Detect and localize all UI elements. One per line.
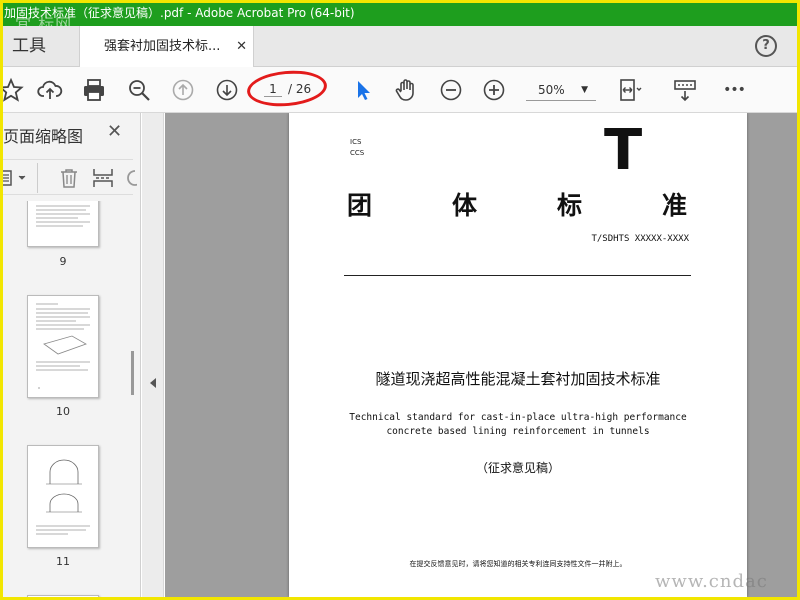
- rotate-page-icon[interactable]: [123, 166, 137, 190]
- tab-close-icon[interactable]: ✕: [236, 26, 247, 67]
- toolbar: 1 / 26 50% ▼ •••: [3, 67, 797, 113]
- next-page-icon[interactable]: [213, 76, 241, 104]
- watermark-bottom: www.cndac: [655, 571, 768, 592]
- patent-footnote: 在提交反馈意见时，请将您知道的相关专利连同支持性文件一并附上。: [409, 560, 627, 568]
- panel-toolbar: [3, 159, 137, 195]
- hand-tool-icon[interactable]: [392, 76, 420, 104]
- bookmark-star-icon[interactable]: [3, 76, 25, 104]
- collapse-arrow-icon[interactable]: [150, 378, 156, 388]
- thumbnail-options-icon[interactable]: [3, 166, 31, 190]
- zoom-value: 50%: [538, 83, 565, 97]
- tab-row: 工具 强套衬加固技术标... ✕ ?: [3, 26, 797, 68]
- thumbnail-page-10[interactable]: [27, 295, 99, 398]
- pdf-page: ICS CCS T 团 体 标 准 T/SDHTS XXXXX-XXXX 隧道现…: [289, 113, 747, 597]
- tab-tools[interactable]: 工具: [3, 26, 78, 67]
- extract-page-icon[interactable]: [91, 166, 115, 190]
- zoom-in-icon[interactable]: [480, 76, 508, 104]
- zoom-select[interactable]: 50% ▼: [526, 79, 596, 101]
- english-title: Technical standard for cast-in-place ult…: [289, 411, 747, 439]
- english-title-line: Technical standard for cast-in-place ult…: [349, 412, 687, 423]
- ccs-label: CCS: [350, 149, 365, 157]
- thumbnail-page-12[interactable]: [27, 595, 99, 597]
- more-options-icon[interactable]: •••: [720, 76, 748, 104]
- thumbnail-page-10-content: [36, 303, 90, 389]
- print-icon[interactable]: [80, 76, 108, 104]
- english-title-line: concrete based lining reinforcement in t…: [386, 426, 650, 437]
- title-bar: 加固技术标准（征求意见稿）.pdf - Adobe Acrobat Pro (6…: [3, 3, 797, 26]
- chinese-title: 隧道现浇超高性能混凝土套衬加固技术标准: [375, 370, 661, 388]
- tab-document[interactable]: 强套衬加固技术标... ✕: [79, 26, 254, 68]
- title-char: 标: [556, 191, 582, 220]
- thumbnail-page-11-content: [36, 459, 90, 535]
- chevron-down-icon: ▼: [581, 85, 588, 95]
- category-letter: T: [604, 118, 643, 183]
- zoom-out-icon[interactable]: [437, 76, 465, 104]
- acrobat-window: 加固技术标准（征求意见稿）.pdf - Adobe Acrobat Pro (6…: [3, 3, 797, 597]
- title-char: 准: [661, 191, 687, 220]
- thumbnail-list: 9 10 11: [3, 201, 129, 597]
- title-char: 团: [347, 191, 373, 220]
- thumbnail-label-10: 10: [56, 405, 70, 418]
- panel-collapse-strip[interactable]: [142, 113, 164, 597]
- standard-type-title: 团 体 标 准: [347, 186, 687, 222]
- draft-label: （征求意见稿）: [475, 461, 560, 475]
- previous-page-icon[interactable]: [169, 76, 197, 104]
- fit-page-icon[interactable]: [615, 76, 643, 104]
- zoom-out-search-icon[interactable]: [125, 76, 153, 104]
- delete-page-icon[interactable]: [57, 166, 81, 190]
- thumbnail-page-11[interactable]: [27, 445, 99, 548]
- document-view[interactable]: ICS CCS T 团 体 标 准 T/SDHTS XXXXX-XXXX 隧道现…: [165, 113, 797, 597]
- thumbnail-scrollbar-thumb[interactable]: [131, 351, 134, 395]
- panel-title: 页面缩略图: [3, 127, 84, 146]
- page-thumbnails-panel: 页面缩略图 ✕ 9 10 11: [3, 113, 141, 597]
- thumbnail-page-9-content: [36, 205, 90, 227]
- panel-divider: [37, 163, 38, 193]
- panel-close-icon[interactable]: ✕: [107, 121, 122, 142]
- thumbnail-scrollbar[interactable]: [129, 201, 139, 597]
- tab-document-label: 强套衬加固技术标...: [104, 39, 221, 54]
- classification-codes: ICS CCS: [350, 137, 364, 159]
- title-char: 体: [451, 191, 477, 220]
- cloud-upload-icon[interactable]: [36, 76, 64, 104]
- standard-number: T/SDHTS XXXXX-XXXX: [591, 234, 689, 244]
- red-highlight-circle: [245, 67, 329, 110]
- thumbnail-label-11: 11: [56, 555, 70, 568]
- thumbnail-page-9[interactable]: [27, 201, 99, 247]
- select-cursor-icon[interactable]: [349, 76, 377, 104]
- keyboard-tool-icon[interactable]: [671, 76, 699, 104]
- thumbnail-label-9: 9: [59, 255, 67, 268]
- title-divider: [344, 275, 691, 276]
- ics-label: ICS: [350, 138, 362, 146]
- help-icon[interactable]: ?: [755, 35, 777, 57]
